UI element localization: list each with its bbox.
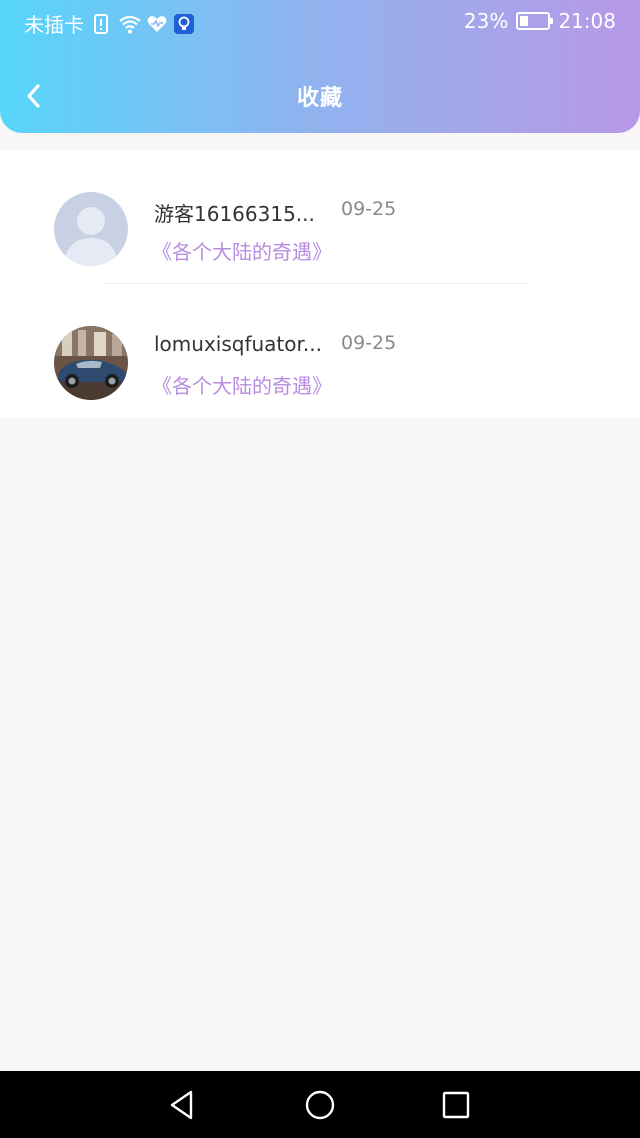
avatar-car-photo [54,326,128,400]
circle-home-icon [305,1090,335,1120]
clock-time: 21:08 [558,9,616,33]
wifi-icon [118,13,141,35]
carrier-text: 未插卡 [24,13,84,37]
status-left: 未插卡 [24,9,194,38]
square-recents-icon [442,1091,470,1119]
health-heart-icon [146,13,168,35]
status-bar: 未插卡 23% 21:08 [0,0,640,44]
system-recents-button[interactable] [440,1089,472,1121]
date: 09-25 [341,198,397,220]
page-title: 收藏 [296,86,343,111]
notification-bulb-icon [174,13,194,34]
book-title-link[interactable]: 《各个大陆的奇遇》 [152,370,332,399]
list-item[interactable]: lomuxisqfuator... 09-25 《各个大陆的奇遇》 [0,284,640,418]
header: 未插卡 23% 21:08 收藏 [0,0,640,133]
battery-icon [516,12,554,30]
system-home-button[interactable] [304,1089,336,1121]
username: lomuxisqfuator... [154,332,322,356]
avatar-default [54,192,128,266]
battery-percent: 23% [463,9,509,33]
date: 09-25 [341,332,397,354]
favorites-list: 游客16166315... 09-25 《各个大陆的奇遇》 lomuxisqfu… [0,150,640,418]
system-back-button[interactable] [167,1089,199,1121]
favorites-screen: 未插卡 23% 21:08 收藏 游客16166315... 09-25 《各个… [0,0,640,1138]
username: 游客16166315... [154,202,315,226]
list-item[interactable]: 游客16166315... 09-25 《各个大陆的奇遇》 [0,150,640,284]
sim-alert-icon [90,13,112,35]
book-title-link[interactable]: 《各个大陆的奇遇》 [152,236,332,265]
nav-bar: 收藏 [0,60,640,132]
system-nav-bar [0,1071,640,1138]
status-right: 23% 21:08 [464,9,616,33]
triangle-back-icon [170,1090,193,1120]
